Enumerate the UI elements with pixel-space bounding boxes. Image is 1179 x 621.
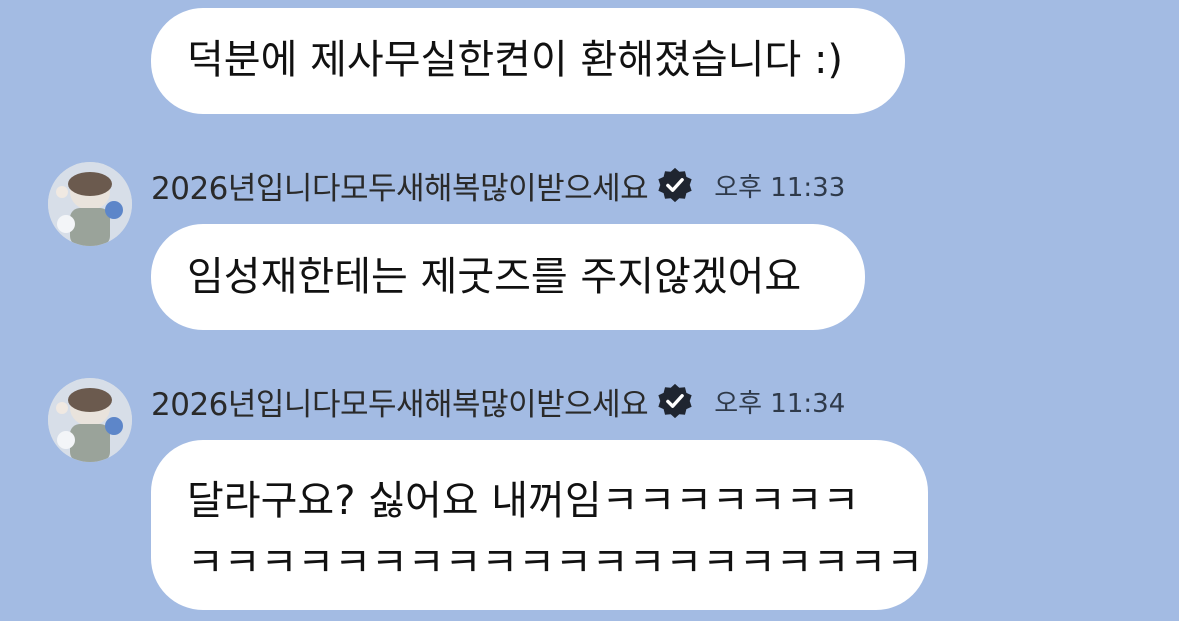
profile-avatar-image — [48, 162, 132, 246]
verified-badge-icon — [658, 383, 692, 419]
avatar[interactable] — [48, 162, 132, 246]
message-text-line-1: 달라구요? 싫어요 내꺼임ㅋㅋㅋㅋㅋㅋㅋ — [187, 478, 860, 524]
message-text: 임성재한테는 제굿즈를 주지않겠어요 — [187, 254, 802, 300]
message-header: 2026년입니다모두새해복많이받으세요 오후 11:34 — [151, 379, 846, 424]
verified-badge-icon — [658, 167, 692, 203]
avatar[interactable] — [48, 378, 132, 462]
sender-name[interactable]: 2026년입니다모두새해복많이받으세요 — [151, 163, 649, 208]
message-bubble[interactable]: 덕분에 제사무실한켠이 환해졌습니다 :) — [151, 8, 905, 114]
profile-avatar-image — [48, 378, 132, 462]
message-bubble[interactable]: 달라구요? 싫어요 내꺼임ㅋㅋㅋㅋㅋㅋㅋ ㅋㅋㅋㅋㅋㅋㅋㅋㅋㅋㅋㅋㅋㅋㅋㅋㅋㅋㅋ… — [151, 440, 928, 610]
message-bubble[interactable]: 임성재한테는 제굿즈를 주지않겠어요 — [151, 224, 865, 330]
message-text: 덕분에 제사무실한켠이 환해졌습니다 :) — [187, 37, 844, 83]
message-timestamp: 오후 11:33 — [714, 172, 846, 203]
message-timestamp: 오후 11:34 — [714, 388, 846, 419]
sender-name[interactable]: 2026년입니다모두새해복많이받으세요 — [151, 379, 649, 424]
message-text-line-2: ㅋㅋㅋㅋㅋㅋㅋㅋㅋㅋㅋㅋㅋㅋㅋㅋㅋㅋㅋㅋ — [187, 540, 923, 586]
message-header: 2026년입니다모두새해복많이받으세요 오후 11:33 — [151, 163, 846, 208]
